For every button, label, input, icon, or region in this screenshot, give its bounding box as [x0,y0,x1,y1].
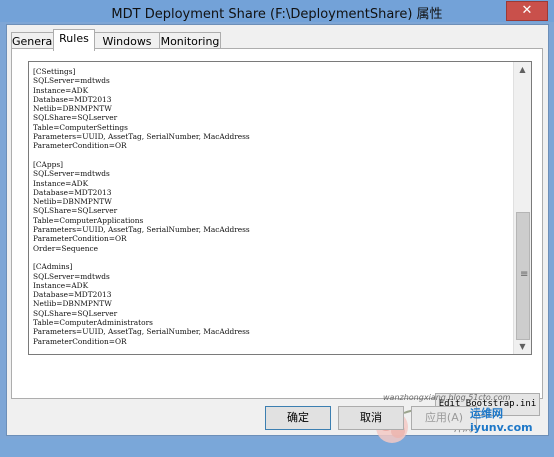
scrollbar-thumb[interactable]: ≡ [516,212,530,340]
apply-button[interactable]: 应用(A) [411,406,477,430]
dialog-client-area: General Rules Windows PE Monitoring [CSe… [6,24,549,443]
title-bar[interactable]: MDT Deployment Share (F:\DeploymentShare… [0,0,554,22]
rules-text[interactable]: [CSettings] SQLServer=mdtwds Instance=AD… [33,67,511,346]
rules-editor[interactable]: [CSettings] SQLServer=mdtwds Instance=AD… [28,61,532,355]
tab-rules[interactable]: Rules [53,29,95,51]
rules-tab-page: [CSettings] SQLServer=mdtwds Instance=AD… [11,48,543,443]
arrow-down-icon[interactable]: ▼ [514,339,531,354]
vertical-scrollbar[interactable]: ▲ ≡ ▼ [513,62,531,354]
cancel-button[interactable]: 取消 [338,406,404,430]
ok-button[interactable]: 确定 [265,406,331,430]
window-title: MDT Deployment Share (F:\DeploymentShare… [111,7,443,22]
watermark-logo: 运维网 iyunv.com [470,407,533,434]
close-button[interactable]: ✕ [506,1,548,21]
grip-icon: ≡ [520,269,529,280]
arrow-up-icon[interactable]: ▲ [514,62,531,77]
watermark-site-text: wanzhongxiang.blog.51cto.com [383,393,511,402]
properties-dialog: MDT Deployment Share (F:\DeploymentShare… [0,0,554,443]
